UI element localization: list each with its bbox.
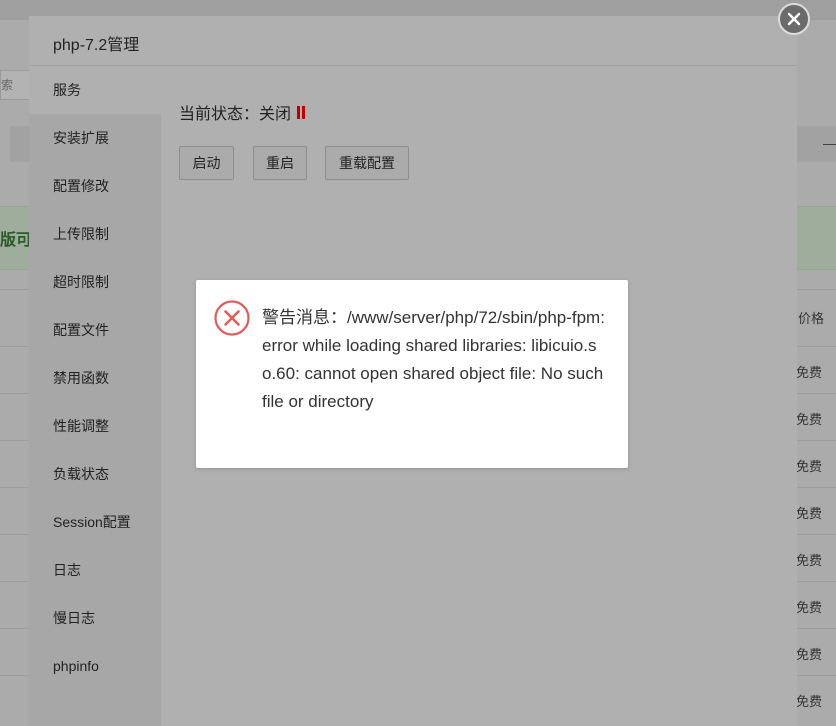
service-status: 当前状态：关闭	[179, 100, 306, 124]
pause-icon	[296, 106, 306, 120]
background-price-cell: 免费	[795, 600, 822, 615]
close-icon	[787, 12, 801, 26]
sidebar-item-upload-limit[interactable]: 上传限制	[29, 210, 161, 258]
sidebar-item-slow-log[interactable]: 慢日志	[29, 594, 161, 642]
error-alert-dialog: 警告消息：/www/server/php/72/sbin/php-fpm: er…	[196, 280, 628, 468]
sidebar-item-service[interactable]: 服务	[29, 66, 161, 114]
background-price-cell: 免费	[795, 412, 822, 427]
sidebar-item-config-edit[interactable]: 配置修改	[29, 162, 161, 210]
sidebar-item-timeout-limit[interactable]: 超时限制	[29, 258, 161, 306]
background-price-cell: 免费	[795, 459, 822, 474]
start-button[interactable]: 启动	[179, 146, 234, 180]
alert-message: 警告消息：/www/server/php/72/sbin/php-fpm: er…	[262, 308, 605, 411]
status-label: 当前状态：	[179, 106, 260, 123]
sidebar-item-install-extensions[interactable]: 安装扩展	[29, 114, 161, 162]
status-value: 关闭	[259, 106, 292, 123]
background-price-cell: 免费	[795, 553, 822, 568]
sidebar-item-log[interactable]: 日志	[29, 546, 161, 594]
background-price-cell: 免费	[795, 694, 822, 709]
restart-button[interactable]: 重启	[253, 146, 307, 180]
error-circle-icon	[214, 300, 250, 336]
sidebar-nav: 服务 安装扩展 配置修改 上传限制 超时限制 配置文件 禁用函数 性能调整 负载…	[29, 66, 161, 726]
sidebar-item-session-config[interactable]: Session配置	[29, 498, 161, 546]
background-price-cell: 免费	[795, 647, 822, 662]
sidebar-item-disabled-functions[interactable]: 禁用函数	[29, 354, 161, 402]
sidebar-item-performance[interactable]: 性能调整	[29, 402, 161, 450]
background-dash-text: —	[823, 136, 836, 151]
sidebar-item-load-status[interactable]: 负载状态	[29, 450, 161, 498]
background-notice-text: 版可	[0, 232, 33, 249]
sidebar-item-config-file[interactable]: 配置文件	[29, 306, 161, 354]
background-price-cell: 免费	[795, 506, 822, 521]
reload-config-button[interactable]: 重载配置	[325, 146, 409, 180]
modal-title: php-7.2管理	[53, 37, 140, 54]
sidebar-item-phpinfo[interactable]: phpinfo	[29, 642, 161, 690]
modal-header: php-7.2管理	[29, 16, 797, 66]
background-price-cell: 免费	[795, 365, 822, 380]
modal-close-button[interactable]	[778, 3, 810, 35]
background-price-header: 价格	[797, 311, 824, 326]
